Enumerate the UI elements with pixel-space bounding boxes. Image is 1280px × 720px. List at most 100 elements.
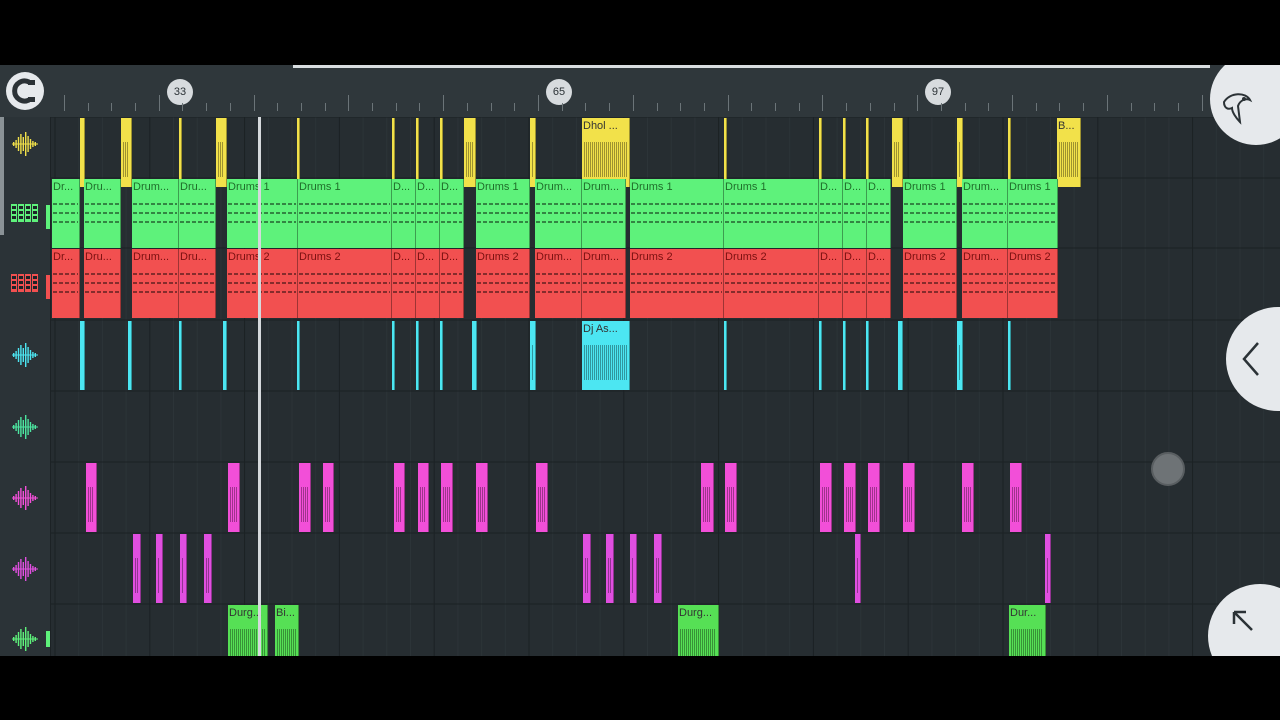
audio-clip[interactable]	[297, 321, 300, 390]
track-mute-indicator[interactable]	[46, 631, 50, 647]
pattern-clip[interactable]: Drums 2	[630, 249, 724, 318]
audio-clip[interactable]	[819, 321, 822, 390]
audio-clip[interactable]	[180, 534, 187, 603]
pattern-clip[interactable]: Drums 1	[630, 179, 724, 248]
pattern-clip[interactable]: Drums 1	[903, 179, 957, 248]
audio-clip[interactable]: Durg...	[228, 605, 268, 656]
audio-clip[interactable]	[1008, 118, 1011, 187]
pattern-clip[interactable]: Drum...	[535, 249, 582, 318]
audio-clip[interactable]	[204, 534, 212, 603]
audio-clip[interactable]	[440, 118, 443, 187]
audio-clip[interactable]	[86, 463, 97, 532]
pattern-clip[interactable]: Drums 2	[227, 249, 298, 318]
pattern-clip[interactable]: Drum...	[582, 179, 626, 248]
pattern-clip[interactable]: Drums 2	[1008, 249, 1058, 318]
pattern-clip[interactable]: Drums 2	[298, 249, 392, 318]
track-mute-indicator[interactable]	[46, 205, 50, 229]
audio-clip[interactable]	[898, 321, 903, 390]
audio-clip[interactable]	[843, 321, 846, 390]
pattern-clip[interactable]: D...	[867, 249, 891, 318]
audio-clip[interactable]	[630, 534, 637, 603]
audio-clip[interactable]	[394, 463, 405, 532]
audio-clip[interactable]	[583, 534, 591, 603]
pattern-clip[interactable]: Drum...	[132, 179, 179, 248]
audio-clip[interactable]	[299, 463, 311, 532]
audio-clip[interactable]: Bi...	[275, 605, 299, 656]
audio-clip[interactable]	[464, 118, 476, 187]
audio-clip[interactable]	[128, 321, 132, 390]
audio-clip[interactable]: B...	[1057, 118, 1081, 187]
audio-clip[interactable]	[440, 321, 443, 390]
pattern-clip[interactable]: Drum...	[132, 249, 179, 318]
audio-clip[interactable]	[223, 321, 227, 390]
pattern-clip[interactable]: D...	[867, 179, 891, 248]
audio-clip[interactable]	[866, 321, 869, 390]
pattern-clip[interactable]: D...	[416, 179, 440, 248]
pattern-clip[interactable]: D...	[819, 179, 843, 248]
pattern-clip[interactable]: Drums 1	[1008, 179, 1058, 248]
pattern-clip[interactable]: Drums 1	[227, 179, 298, 248]
audio-clip[interactable]	[962, 463, 974, 532]
audio-clip[interactable]	[903, 463, 915, 532]
audio-clip[interactable]	[297, 118, 300, 187]
waveform-icon[interactable]	[8, 338, 42, 372]
horizontal-scrollbar[interactable]	[293, 65, 1210, 68]
pattern-clip[interactable]: Dru...	[84, 179, 121, 248]
audio-clip[interactable]	[228, 463, 240, 532]
audio-clip[interactable]	[843, 118, 846, 187]
waveform-icon[interactable]	[8, 481, 42, 515]
pattern-clip[interactable]: Dr...	[52, 249, 80, 318]
pattern-clip[interactable]: D...	[392, 249, 416, 318]
audio-clip[interactable]: Dj As...	[582, 321, 630, 390]
pattern-clip[interactable]: Dr...	[52, 179, 80, 248]
audio-clip[interactable]	[216, 118, 227, 187]
audio-clip[interactable]	[179, 118, 182, 187]
audio-clip[interactable]	[156, 534, 163, 603]
pattern-clip[interactable]: D...	[440, 179, 464, 248]
pattern-clip[interactable]: Dru...	[179, 179, 216, 248]
audio-clip[interactable]	[133, 534, 141, 603]
audio-clip[interactable]	[392, 118, 395, 187]
pattern-clip[interactable]: D...	[416, 249, 440, 318]
audio-clip[interactable]	[323, 463, 334, 532]
playlist-grid[interactable]: Dhol ... B... Dr... Dru... Drum... Dru... Drum…	[51, 117, 1280, 656]
pattern-clip[interactable]: Drum...	[962, 179, 1008, 248]
audio-clip[interactable]	[866, 118, 869, 187]
audio-clip[interactable]	[392, 321, 395, 390]
waveform-icon[interactable]	[8, 622, 42, 656]
audio-clip[interactable]	[724, 321, 727, 390]
pattern-clip[interactable]: D...	[843, 249, 867, 318]
pattern-clip[interactable]: Drums 2	[724, 249, 819, 318]
step-sequencer-icon[interactable]	[8, 266, 42, 300]
audio-clip[interactable]	[416, 321, 419, 390]
audio-clip[interactable]	[1045, 534, 1051, 603]
audio-clip[interactable]	[416, 118, 419, 187]
audio-clip[interactable]	[724, 118, 727, 187]
audio-clip[interactable]	[472, 321, 477, 390]
pattern-clip[interactable]: Drum...	[535, 179, 582, 248]
track-mute-indicator[interactable]	[46, 275, 50, 299]
pattern-clip[interactable]: D...	[843, 179, 867, 248]
audio-clip[interactable]	[530, 321, 536, 390]
audio-clip[interactable]	[606, 534, 614, 603]
pattern-clip[interactable]: Drum...	[962, 249, 1008, 318]
pattern-clip[interactable]: D...	[392, 179, 416, 248]
audio-clip[interactable]: Dur...	[1009, 605, 1046, 656]
audio-clip[interactable]	[530, 118, 536, 187]
waveform-icon[interactable]	[8, 127, 42, 161]
audio-clip[interactable]	[819, 118, 822, 187]
pattern-clip[interactable]: Drums 1	[476, 179, 530, 248]
audio-clip[interactable]	[868, 463, 880, 532]
step-sequencer-icon[interactable]	[8, 196, 42, 230]
pattern-clip[interactable]: D...	[440, 249, 464, 318]
audio-clip[interactable]	[957, 321, 963, 390]
audio-clip[interactable]: Dhol ...	[582, 118, 630, 187]
audio-clip[interactable]	[179, 321, 182, 390]
pattern-clip[interactable]: Drums 1	[298, 179, 392, 248]
audio-clip[interactable]	[844, 463, 856, 532]
pattern-clip[interactable]: Drum...	[582, 249, 626, 318]
pattern-clip[interactable]: Drums 2	[903, 249, 957, 318]
audio-clip[interactable]	[441, 463, 453, 532]
waveform-icon[interactable]	[8, 410, 42, 444]
audio-clip[interactable]	[1010, 463, 1022, 532]
